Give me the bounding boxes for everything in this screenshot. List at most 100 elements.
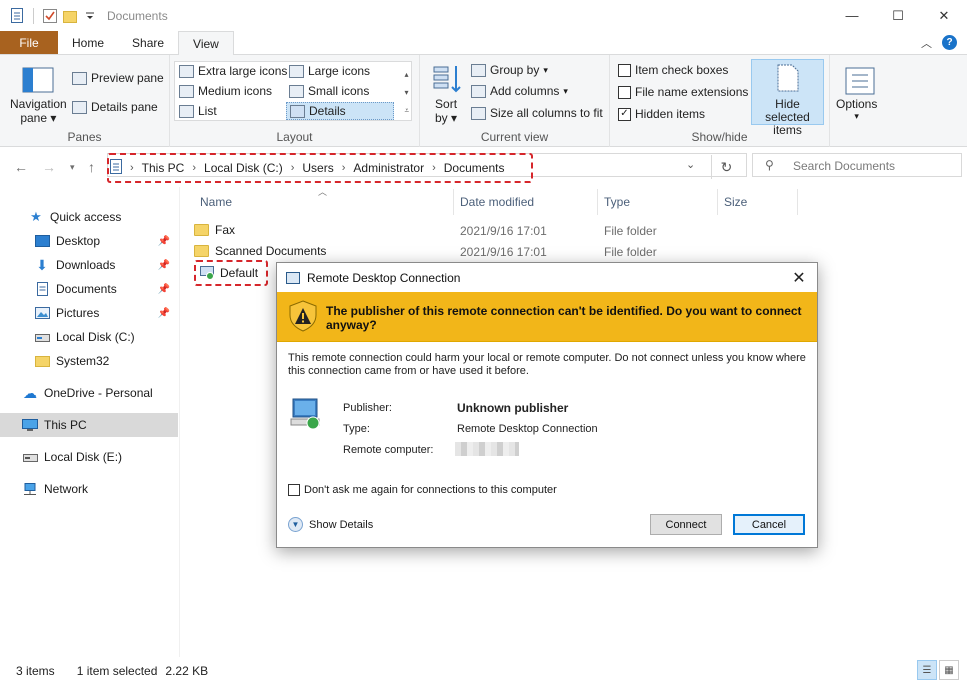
chevron-up-icon[interactable]: ︿ [921,35,932,51]
layout-medium-icons[interactable]: Medium icons [179,84,272,98]
minimize-button[interactable]: — [829,0,875,31]
layout-small-icons[interactable]: Small icons [289,84,369,98]
tab-home[interactable]: Home [58,31,118,54]
checkbox-checked[interactable]: ✓ [618,107,631,121]
pin-icon[interactable]: 📌 [158,260,170,271]
column-header-name[interactable]: Name [200,195,232,209]
customize-toolbar-icon[interactable] [83,8,97,24]
dont-ask-checkbox[interactable] [288,484,300,496]
chevron-down-icon: ▼ [288,517,303,532]
forward-arrow-icon[interactable]: → [42,159,56,175]
sidebar-item-onedrive[interactable]: ☁ OneDrive - Personal [0,381,178,405]
search-input[interactable]: Search Documents [793,159,895,173]
refresh-button[interactable]: ↻ [711,155,741,179]
tab-view[interactable]: View [178,31,234,55]
column-divider[interactable] [717,189,718,215]
dialog-close-button[interactable]: ✕ [781,263,817,292]
ribbon-tabs: File Home Share View ︿ ? [0,31,967,55]
layout-extra-large-icons[interactable]: Extra large icons [179,64,287,78]
properties-icon[interactable] [10,8,24,24]
size-all-columns-button[interactable]: Size all columns to fit [471,106,603,120]
tab-file[interactable]: File [0,31,58,54]
gallery-scroll[interactable]: ▴ ▾ ⩡ [404,66,409,120]
column-header-type[interactable]: Type [604,195,630,209]
column-divider[interactable] [597,189,598,215]
title-bar: Documents — ☐ ✕ [0,0,967,31]
sort-by-button[interactable]: Sort by ▾ [435,97,457,125]
extra-large-icons-icon [179,64,194,78]
details-view-icon: ☰ [922,664,932,676]
checkbox[interactable] [618,63,631,77]
small-icons-icon [289,84,304,98]
close-icon: ✕ [938,7,950,23]
large-icons-view-button[interactable]: ▦ [939,660,959,680]
cancel-button[interactable]: Cancel [733,514,805,535]
layout-large-icons[interactable]: Large icons [289,64,370,78]
file-name-extensions-toggle[interactable]: File name extensions [618,85,748,99]
sidebar-item-local-disk-c[interactable]: Local Disk (C:) [0,325,178,349]
warning-message: This remote connection could harm your l… [288,352,806,377]
new-folder-icon[interactable] [63,8,77,24]
close-icon: ✕ [792,269,806,287]
up-arrow-icon[interactable]: ↑ [88,159,95,175]
sidebar-item-network[interactable]: Network [0,477,178,501]
chevron-down-icon[interactable]: ⌄ [686,158,695,171]
connect-button[interactable]: Connect [650,514,722,535]
add-columns-button[interactable]: Add columns ▾ [471,84,568,98]
preview-pane-button[interactable]: Preview pane [72,71,164,85]
recent-locations-icon[interactable]: ▾ [70,162,75,173]
sidebar-item-system32[interactable]: System32 [0,349,178,373]
back-arrow-icon[interactable]: ← [14,159,28,175]
maximize-button[interactable]: ☐ [875,0,921,31]
details-view-button[interactable]: ☰ [917,660,937,680]
column-header-size[interactable]: Size [724,195,747,209]
table-row[interactable]: Scanned Documents [194,241,326,261]
status-selected: 1 item selected [76,663,158,678]
hidden-items-toggle[interactable]: ✓ Hidden items [618,107,705,121]
sidebar-item-local-disk-e[interactable]: Local Disk (E:) [0,445,178,469]
checkmark-icon[interactable] [43,8,57,24]
pin-icon[interactable]: 📌 [158,236,170,247]
close-button[interactable]: ✕ [921,0,967,31]
remote-desktop-dialog: Remote Desktop Connection ✕ The publishe… [276,262,818,548]
details-pane-button[interactable]: Details pane [72,100,158,114]
group-by-button[interactable]: Group by ▾ [471,63,548,77]
sidebar-item-pictures[interactable]: Pictures 📌 [0,301,178,325]
dont-ask-checkbox-row[interactable]: Don't ask me again for connections to th… [288,484,557,496]
column-divider[interactable] [797,189,798,215]
pin-icon[interactable]: 📌 [158,284,170,295]
sidebar-item-downloads[interactable]: ⬇ Downloads 📌 [0,253,178,277]
pin-icon[interactable]: 📌 [158,308,170,319]
layout-details[interactable]: Details [286,102,394,120]
tab-share[interactable]: Share [118,31,178,54]
help-icon[interactable]: ? [942,35,957,50]
type-label: Type: [343,423,370,435]
sidebar-item-documents[interactable]: Documents 📌 [0,277,178,301]
file-type: File folder [604,245,657,259]
group-label-panes: Panes [67,130,102,144]
dialog-body: This remote connection could harm your l… [277,342,817,547]
show-details-button[interactable]: ▼ Show Details [288,517,373,532]
column-header-date-modified[interactable]: Date modified [460,195,534,209]
navigation-pane-button[interactable]: Navigation pane ▾ [10,97,67,125]
navigation-pane-icon [22,67,54,93]
checkbox[interactable] [618,85,631,99]
status-item-count: 3 items [16,663,55,678]
sidebar-item-desktop[interactable]: Desktop 📌 [0,229,178,253]
table-row[interactable]: Fax [194,220,235,240]
remote-computer-redacted [455,442,519,456]
column-divider[interactable] [453,189,454,215]
list-icon [179,104,194,118]
remote-computer-label: Remote computer: [343,444,434,456]
sidebar-item-quick-access[interactable]: ★ Quick access [0,205,178,229]
options-button[interactable]: Options ▾ [836,97,877,122]
large-icons-icon [289,64,304,78]
search-box[interactable]: ⚲ Search Documents [752,153,962,177]
current-view-group: Sort by ▾ Group by ▾ Add columns ▾ Size al… [420,55,610,147]
hide-selected-icon [777,64,799,92]
item-check-boxes-toggle[interactable]: Item check boxes [618,63,728,77]
sidebar-item-this-pc[interactable]: This PC [0,413,178,437]
hide-selected-items-button[interactable]: Hide selected items [751,59,824,137]
warning-shield-icon [289,300,317,332]
layout-list[interactable]: List [179,104,217,118]
